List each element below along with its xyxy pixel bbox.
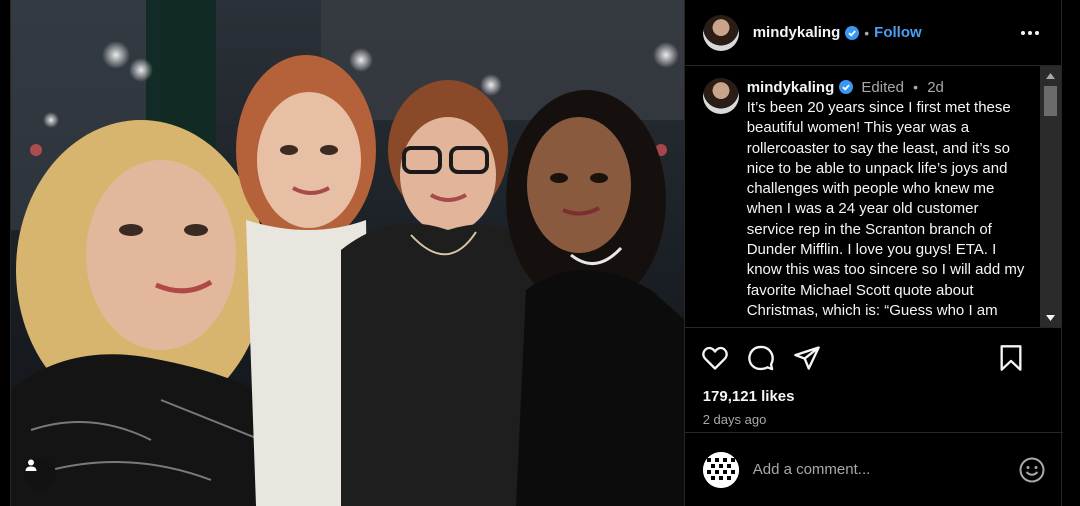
heart-icon[interactable] xyxy=(701,344,729,372)
viewer-avatar xyxy=(702,451,739,488)
bookmark-icon[interactable] xyxy=(997,344,1025,372)
caption-username[interactable]: mindykaling xyxy=(747,79,835,96)
post-timestamp[interactable]: 2 days ago xyxy=(685,412,1061,430)
comment-icon[interactable] xyxy=(747,344,775,372)
chevron-down-icon xyxy=(1046,315,1055,321)
post-photo[interactable] xyxy=(11,0,684,506)
user-tag-button[interactable] xyxy=(24,458,56,490)
comment-composer: Add a comment... xyxy=(684,432,1063,506)
post-viewer: mindykaling • Follow mindykaling Edited xyxy=(10,0,1063,506)
scroll-down-arrow[interactable] xyxy=(1040,308,1061,327)
caption-scroll-area[interactable]: mindykaling Edited • 2d It’s been 20 yea… xyxy=(684,66,1061,328)
more-options-icon[interactable] xyxy=(1019,22,1041,44)
header-separator: • xyxy=(864,24,870,41)
caption-author-avatar[interactable] xyxy=(702,78,739,114)
share-icon[interactable] xyxy=(793,344,821,372)
viewer-avatar-image xyxy=(702,451,739,488)
caption-body: mindykaling Edited • 2d It’s been 20 yea… xyxy=(747,78,1027,321)
user-tag-icon xyxy=(25,459,37,471)
photo-illustration xyxy=(11,0,684,506)
post-header: mindykaling • Follow xyxy=(684,0,1061,66)
scroll-up-arrow[interactable] xyxy=(1040,66,1061,86)
author-username[interactable]: mindykaling xyxy=(753,24,841,41)
caption-separator: • xyxy=(913,79,919,95)
author-avatar[interactable] xyxy=(702,14,739,51)
scrollbar-thumb[interactable] xyxy=(1044,86,1057,116)
caption-text: It’s been 20 years since I first met the… xyxy=(746,99,1025,319)
caption-age: 2d xyxy=(927,79,944,96)
caption-scrollbar[interactable] xyxy=(1040,66,1061,327)
comment-input[interactable]: Add a comment... xyxy=(753,461,1019,478)
caption: mindykaling Edited • 2d It’s been 20 yea… xyxy=(702,78,1043,321)
verified-badge-icon xyxy=(845,25,860,40)
caption-meta: mindykaling Edited • 2d xyxy=(747,78,1027,97)
likes-count[interactable]: 179,121 likes xyxy=(685,388,1061,408)
emoji-icon[interactable] xyxy=(1019,457,1045,483)
follow-button[interactable]: Follow xyxy=(874,24,922,41)
post-side-panel: mindykaling • Follow mindykaling Edited xyxy=(683,0,1063,506)
caption-edited-label: Edited xyxy=(861,79,904,96)
chevron-up-icon xyxy=(1046,73,1055,79)
verified-badge-icon xyxy=(839,80,854,94)
post-actions xyxy=(685,328,1061,388)
